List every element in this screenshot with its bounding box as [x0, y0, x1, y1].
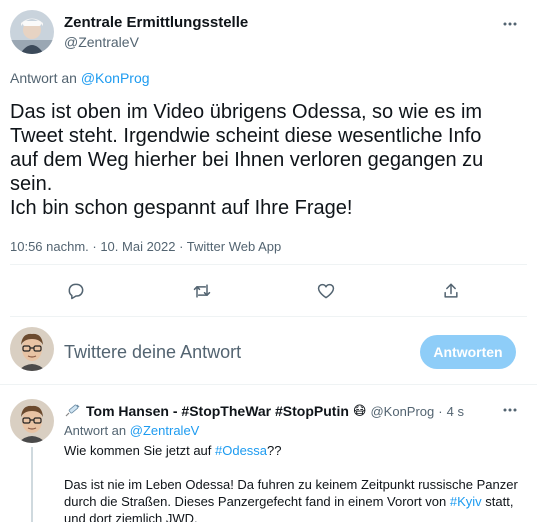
- divider: [10, 316, 527, 317]
- reply-time[interactable]: 4 s: [447, 404, 464, 419]
- reply-prefix: Antwort an: [10, 70, 77, 86]
- reply-text: Wie kommen Sie jetzt auf #Odessa?? Das i…: [64, 442, 529, 522]
- reply-to-link[interactable]: @ZentraleV: [130, 423, 200, 438]
- reply-input[interactable]: Twittere deine Antwort: [64, 342, 414, 363]
- reply-author-avatar[interactable]: [10, 399, 54, 443]
- reply-context: Antwort an @KonProg: [10, 70, 150, 86]
- reply-to-link[interactable]: @KonProg: [81, 70, 150, 86]
- hashtag-link[interactable]: #Odessa: [215, 443, 267, 458]
- reply-text-line: Wie kommen Sie jetzt auf #Odessa??: [64, 443, 282, 458]
- user-avatar[interactable]: [10, 327, 54, 371]
- syringe-icon: [64, 404, 80, 418]
- tweet-text-line: Tweet steht. Irgendwie scheint diese wes…: [10, 125, 482, 147]
- reply-text-line: Das ist nie im Leben Odessa! Da fuhren z…: [64, 477, 518, 492]
- tweet-text: Das ist oben im Video übrigens Odessa, s…: [10, 100, 530, 220]
- reply-text-line: und dort ziemlich JWD.: [64, 511, 198, 522]
- like-icon: [317, 283, 335, 299]
- time-separator: ·: [438, 403, 443, 419]
- reply-button[interactable]: Antworten: [420, 335, 516, 369]
- author-name[interactable]: Zentrale Ermittlungsstelle: [64, 14, 248, 31]
- reply-context: Antwort an @ZentraleV: [64, 423, 199, 438]
- divider: [10, 264, 527, 265]
- like-action[interactable]: [309, 274, 343, 308]
- reply-more-options-icon[interactable]: [500, 400, 520, 420]
- share-icon: [444, 283, 458, 298]
- reply-author-name[interactable]: Tom Hansen - #StopTheWar #StopPutin: [86, 403, 349, 419]
- author-handle[interactable]: @ZentraleV: [64, 34, 139, 50]
- reply-action[interactable]: [59, 274, 93, 308]
- reply-author-handle[interactable]: @KonProg: [370, 404, 434, 419]
- divider: [0, 384, 537, 385]
- tweet-text-line: Ich bin schon gespannt auf Ihre Frage!: [10, 197, 353, 219]
- reply-header: Tom Hansen - #StopTheWar #StopPutin 😷 @K…: [64, 402, 464, 420]
- thread-line: [31, 447, 33, 522]
- reply-icon: [68, 283, 84, 300]
- author-avatar[interactable]: [10, 10, 54, 54]
- hashtag-link[interactable]: #Kyiv: [450, 494, 482, 509]
- reply-text-line: durch die Straßen. Dieses Panzergefecht …: [64, 494, 514, 509]
- tweet-timestamp[interactable]: 10:56 nachm. · 10. Mai 2022 · Twitter We…: [10, 239, 281, 254]
- reply-prefix: Antwort an: [64, 423, 127, 438]
- share-action[interactable]: [434, 274, 468, 308]
- mask-emoji: 😷: [352, 403, 367, 419]
- tweet-text-line: auf dem Weg hierher bei Ihnen verloren g…: [10, 149, 484, 171]
- more-options-icon[interactable]: [500, 14, 520, 34]
- retweet-action[interactable]: [185, 274, 219, 308]
- tweet-text-line: sein.: [10, 173, 53, 195]
- tweet-text-line: Das ist oben im Video übrigens Odessa, s…: [10, 101, 483, 123]
- retweet-icon: [193, 284, 211, 298]
